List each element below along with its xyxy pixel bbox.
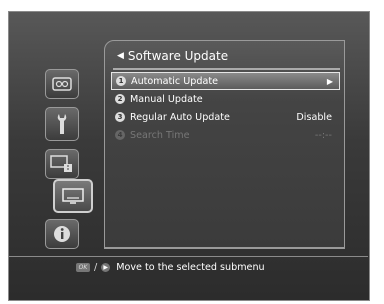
menu-item-manual-update[interactable]: 2 Manual Update	[111, 90, 340, 108]
number-badge: 3	[115, 112, 125, 122]
page-title: ◀ Software Update	[117, 45, 228, 67]
network-icon	[50, 155, 74, 173]
menu-item-regular-auto-update[interactable]: 3 Regular Auto Update Disable	[111, 108, 340, 126]
back-arrow-icon[interactable]: ◀	[117, 51, 124, 61]
menu-item-search-time: 4 Search Time --:--	[111, 126, 340, 144]
category-rail	[45, 69, 93, 253]
menu-item-automatic-update[interactable]: 1 Automatic Update ▶	[111, 72, 340, 90]
hint-text: Move to the selected submenu	[116, 262, 265, 273]
menu-item-label: Regular Auto Update	[130, 111, 230, 123]
category-network[interactable]	[45, 149, 79, 179]
category-display[interactable]	[53, 179, 93, 213]
menu-item-label: Search Time	[130, 129, 190, 141]
panel-title-text: Software Update	[127, 49, 229, 63]
ok-key-icon: OK	[76, 263, 90, 272]
software-update-panel: ◀ Software Update 1 Automatic Update ▶ 2…	[104, 40, 345, 248]
menu-item-value: Disable	[296, 111, 332, 123]
category-video[interactable]	[45, 69, 79, 99]
number-badge: 4	[115, 130, 125, 140]
menu-item-label: Automatic Update	[131, 75, 218, 87]
menu-list: 1 Automatic Update ▶ 2 Manual Update 3 R…	[111, 72, 340, 144]
help-hint: OK / ▶ Move to the selected submenu	[76, 262, 265, 273]
tv-icon	[62, 188, 84, 204]
divider	[8, 256, 368, 257]
category-info[interactable]	[45, 219, 79, 249]
menu-item-value: --:--	[314, 129, 332, 141]
video-icon	[52, 77, 72, 91]
menu-item-label: Manual Update	[130, 93, 203, 105]
number-badge: 2	[115, 94, 125, 104]
chevron-right-icon: ▶	[326, 76, 333, 86]
wrench-icon	[55, 112, 69, 136]
category-settings[interactable]	[45, 107, 79, 141]
panel-footer	[104, 248, 345, 255]
title-divider	[113, 68, 340, 70]
right-key-icon: ▶	[101, 263, 111, 272]
info-icon	[53, 225, 71, 243]
hint-separator: /	[94, 262, 98, 273]
number-badge: 1	[116, 76, 126, 86]
